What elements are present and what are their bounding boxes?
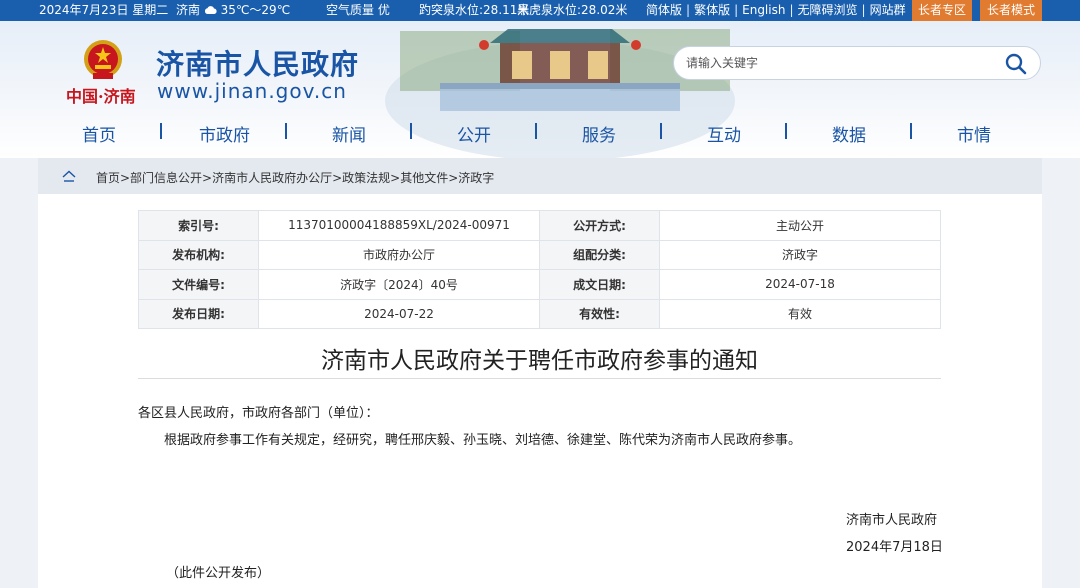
category-value: 济政字	[659, 239, 941, 270]
article-signature: 济南市人民政府	[846, 513, 938, 528]
simplified-version-link[interactable]: 简体版	[646, 2, 682, 18]
category-label: 组配分类:	[539, 239, 660, 270]
nav-divider	[160, 123, 162, 139]
site-url: www.jinan.gov.cn	[157, 79, 347, 103]
validity-value: 有效	[659, 298, 941, 329]
china-jinan-brand: 中国·济南	[66, 87, 136, 106]
table-row: 发布日期: 2024-07-22 有效性: 有效	[138, 298, 941, 329]
index-number-label: 索引号:	[138, 210, 259, 241]
disclosure-method-label: 公开方式:	[539, 210, 660, 241]
cloudy-weather-icon	[204, 6, 217, 14]
search-box	[673, 46, 1041, 80]
site-header: 中国·济南 济南市人民政府 www.jinan.gov.cn 首页 市政府 新闻…	[0, 21, 1080, 158]
issuer-label: 发布机构:	[138, 239, 259, 270]
document-number-label: 文件编号:	[138, 269, 259, 300]
elder-zone-button[interactable]: 长者专区	[912, 0, 972, 21]
article-sign-date: 2024年7月18日	[846, 540, 943, 555]
divider: |	[789, 3, 794, 17]
traditional-version-link[interactable]: 繁体版	[694, 2, 730, 18]
top-info-bar: 2024年7月23日 星期二 济南 35℃～29℃ 空气质量 优 趵突泉水位:2…	[0, 0, 1080, 21]
nav-item-government[interactable]: 市政府	[199, 121, 250, 146]
validity-label: 有效性:	[539, 298, 660, 329]
accessible-browse-link[interactable]: 无障碍浏览	[798, 2, 858, 18]
search-icon[interactable]	[1004, 52, 1028, 76]
nav-item-interact[interactable]: 互动	[707, 121, 741, 146]
national-emblem-icon	[84, 40, 122, 79]
article-title: 济南市人民政府关于聘任市政府参事的通知	[321, 348, 758, 374]
article-salutation: 各区县人民政府，市政府各部门（单位）：	[138, 406, 379, 421]
nav-divider	[285, 123, 287, 139]
english-version-link[interactable]: English	[742, 2, 785, 18]
disclosure-method-value: 主动公开	[659, 210, 941, 241]
nav-divider	[660, 123, 662, 139]
site-name[interactable]: 济南市人民政府	[156, 43, 359, 83]
breadcrumb: 首页>部门信息公开>济南市人民政府办公厅>政策法规>其他文件>济政字	[38, 158, 1042, 194]
title-divider	[138, 378, 941, 379]
nav-item-service[interactable]: 服务	[582, 121, 616, 146]
baotu-spring-level: 趵突泉水位:28.11米	[419, 3, 530, 17]
nav-divider	[535, 123, 537, 139]
article-body: 根据政府参事工作有关规定，经研究，聘任邢庆毅、孙玉晓、刘培德、徐建堂、陈代荣为济…	[164, 433, 802, 448]
weather-temperature: 35℃～29℃	[220, 3, 291, 17]
divider: |	[861, 3, 866, 17]
table-row: 文件编号: 济政字〔2024〕40号 成文日期: 2024-07-18	[138, 269, 941, 300]
weather: 济南 35℃～29℃	[176, 2, 290, 18]
issuer-value: 市政府办公厅	[258, 239, 540, 270]
current-date: 2024年7月23日 星期二	[39, 3, 169, 17]
nav-divider	[785, 123, 787, 139]
home-icon[interactable]	[62, 170, 76, 182]
written-date-value: 2024-07-18	[659, 269, 941, 300]
nav-divider	[410, 123, 412, 139]
divider: |	[734, 3, 739, 17]
nav-divider	[910, 123, 912, 139]
breadcrumb-path[interactable]: 首页>部门信息公开>济南市人民政府办公厅>政策法规>其他文件>济政字	[96, 169, 494, 186]
written-date-label: 成文日期:	[539, 269, 660, 300]
divider: |	[686, 3, 691, 17]
site-group-link[interactable]: 网站群	[870, 2, 906, 18]
publish-date-value: 2024-07-22	[258, 298, 540, 329]
nav-item-open[interactable]: 公开	[457, 121, 491, 146]
elder-mode-button[interactable]: 长者模式	[980, 0, 1042, 21]
nav-item-data[interactable]: 数据	[832, 121, 866, 146]
document-metadata-table: 索引号: 11370100004188859XL/2024-00971 公开方式…	[138, 210, 941, 329]
document-number-value: 济政字〔2024〕40号	[258, 269, 540, 300]
index-number-value: 11370100004188859XL/2024-00971	[258, 210, 540, 241]
nav-item-city-info[interactable]: 市情	[957, 121, 991, 146]
nav-item-home[interactable]: 首页	[82, 121, 116, 146]
publish-date-label: 发布日期:	[138, 298, 259, 329]
air-quality: 空气质量 优	[326, 3, 390, 17]
nav-item-news[interactable]: 新闻	[332, 121, 366, 146]
table-row: 索引号: 11370100004188859XL/2024-00971 公开方式…	[138, 210, 941, 241]
heihu-spring-level: 黑虎泉水位:28.02米	[517, 3, 628, 17]
article-panel: 索引号: 11370100004188859XL/2024-00971 公开方式…	[38, 194, 1042, 588]
table-row: 发布机构: 市政府办公厅 组配分类: 济政字	[138, 239, 941, 270]
main-nav: 首页 市政府 新闻 公开 服务 互动 数据 市情	[0, 119, 1080, 146]
top-links: 简体版 | 繁体版 | English | 无障碍浏览 | 网站群	[646, 2, 906, 18]
article-note: （此件公开发布）	[166, 566, 271, 581]
weather-city: 济南	[176, 3, 201, 17]
search-input[interactable]	[686, 54, 986, 72]
